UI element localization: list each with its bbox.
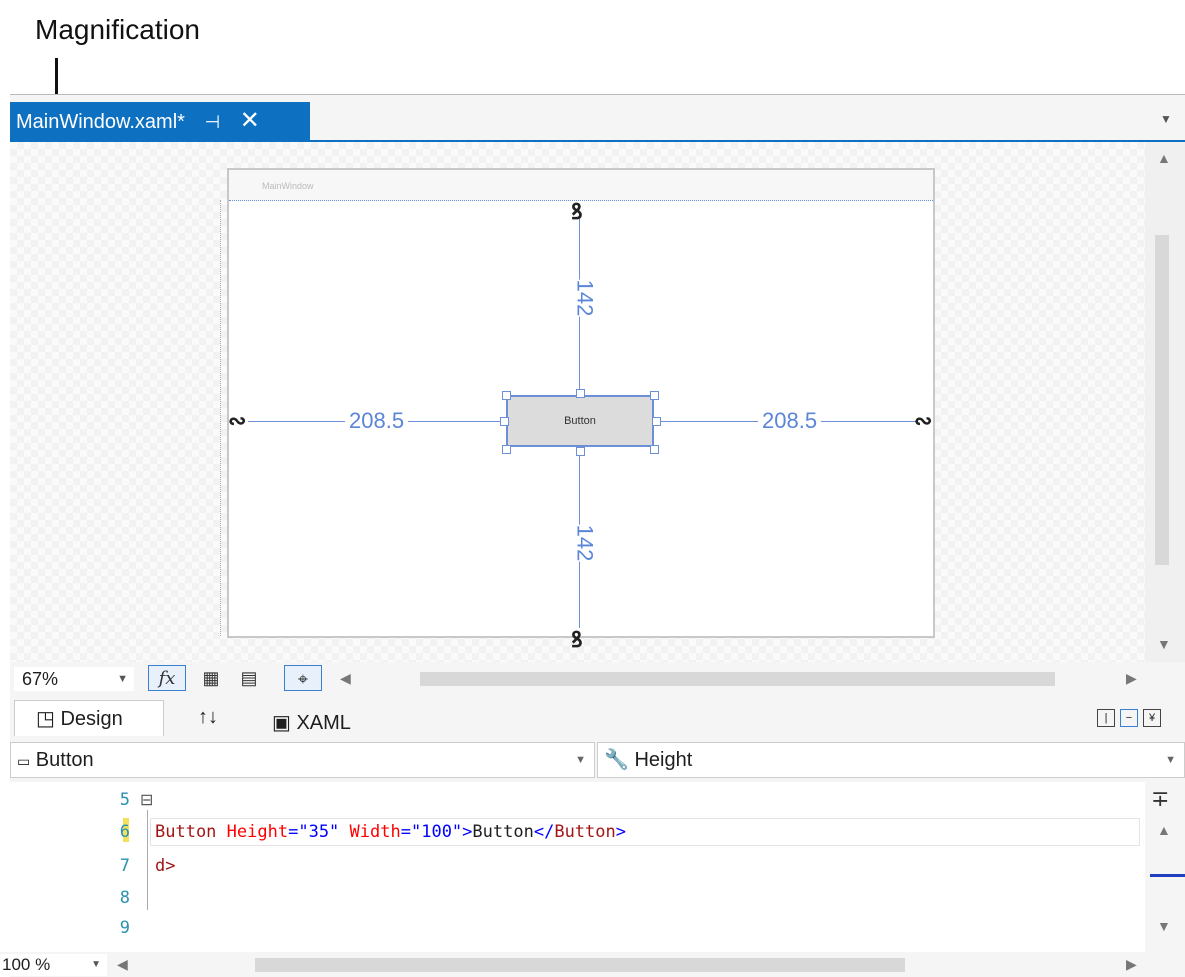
chain-link-icon[interactable]: ∾: [228, 408, 246, 434]
line-number: 5: [119, 790, 130, 810]
scroll-left-icon[interactable]: ◀: [340, 670, 351, 687]
resize-handle[interactable]: [502, 445, 511, 454]
top-margin-label: 142: [571, 279, 598, 317]
chain-link-icon[interactable]: ꝸ: [571, 196, 583, 226]
fx-button[interactable]: fx: [148, 665, 186, 691]
grid-icon[interactable]: ▦: [196, 665, 226, 691]
chain-link-icon[interactable]: ∾: [914, 408, 932, 434]
element-selector[interactable]: ▭ Button ▼: [10, 742, 595, 778]
resize-handle[interactable]: [576, 389, 585, 398]
chevron-down-icon: ▼: [117, 673, 128, 685]
collapse-icon[interactable]: ⊟: [140, 790, 153, 810]
editor-zoom-combo[interactable]: 100 % ▼: [0, 954, 107, 976]
window-title: MainWindow: [262, 181, 314, 191]
scroll-up-icon[interactable]: ▲: [1157, 150, 1171, 166]
vertical-split-icon[interactable]: |: [1097, 709, 1115, 727]
resize-handle[interactable]: [652, 417, 661, 426]
outline-guide: [147, 810, 148, 910]
resize-handle[interactable]: [650, 391, 659, 400]
line-number: 8: [119, 888, 130, 908]
scroll-right-icon[interactable]: ▶: [1126, 670, 1137, 687]
scroll-down-icon[interactable]: ▼: [1157, 918, 1171, 934]
design-button[interactable]: Button: [506, 395, 654, 447]
scroll-up-icon[interactable]: ▲: [1157, 822, 1171, 838]
snap-lines-icon[interactable]: ⌖: [284, 665, 322, 691]
scroll-right-icon[interactable]: ▶: [1126, 956, 1137, 973]
chevron-down-icon: ▼: [1165, 754, 1176, 766]
design-icon: ◳: [36, 708, 55, 730]
magnification-callout-label: Magnification: [35, 14, 200, 45]
xaml-icon: ▣: [272, 712, 291, 734]
code-line[interactable]: Button Height="35" Width="100">Button</B…: [155, 822, 626, 842]
tab-design-label: ◳ Design: [36, 708, 123, 730]
line-number: 7: [119, 856, 130, 876]
document-tab[interactable]: MainWindow.xaml* ⊣ ✕: [10, 102, 310, 140]
vertical-scroll-thumb[interactable]: [1155, 235, 1169, 565]
xaml-editor[interactable]: [10, 782, 1145, 952]
line-number: 9: [119, 918, 130, 938]
collapse-pane-icon[interactable]: ¥: [1143, 709, 1161, 727]
horizontal-split-icon[interactable]: −: [1120, 709, 1138, 727]
code-line[interactable]: d>: [155, 856, 175, 876]
zoom-combo[interactable]: 67% ▼: [14, 667, 134, 691]
member-selector[interactable]: 🔧 Height ▼: [597, 742, 1185, 778]
wrench-icon: 🔧: [604, 749, 629, 771]
snap-grid-icon[interactable]: ▤: [234, 665, 264, 691]
tab-xaml[interactable]: ▣ XAML: [272, 710, 351, 735]
tab-title: MainWindow.xaml*: [16, 111, 185, 133]
bottom-margin-label: 142: [571, 524, 598, 562]
close-icon[interactable]: ✕: [240, 107, 260, 134]
code-horizontal-scroll-thumb[interactable]: [255, 958, 905, 972]
left-margin-label: 208.5: [345, 408, 409, 434]
swap-panes-button[interactable]: ↑↓: [198, 706, 218, 729]
tab-dropdown-icon[interactable]: ▼: [1160, 112, 1172, 126]
chain-link-icon[interactable]: ꝸ: [571, 624, 583, 654]
resize-handle[interactable]: [500, 417, 509, 426]
line-number: 6: [119, 822, 130, 842]
scroll-down-icon[interactable]: ▼: [1157, 636, 1171, 652]
zoom-value: 67%: [22, 669, 59, 689]
control-icon: ▭: [17, 753, 31, 769]
horizontal-scroll-thumb[interactable]: [420, 672, 1055, 686]
caret-marker: [1150, 874, 1185, 877]
chevron-down-icon: ▼: [575, 754, 586, 766]
resize-handle[interactable]: [502, 391, 511, 400]
scroll-left-icon[interactable]: ◀: [117, 956, 128, 973]
pin-icon[interactable]: ⊣: [205, 112, 221, 132]
right-margin-label: 208.5: [758, 408, 822, 434]
resize-handle[interactable]: [650, 445, 659, 454]
resize-handle[interactable]: [576, 447, 585, 456]
split-handle-icon[interactable]: ∓: [1151, 786, 1169, 812]
chevron-down-icon: ▼: [91, 959, 101, 970]
view-tab-strip: [10, 700, 1185, 736]
